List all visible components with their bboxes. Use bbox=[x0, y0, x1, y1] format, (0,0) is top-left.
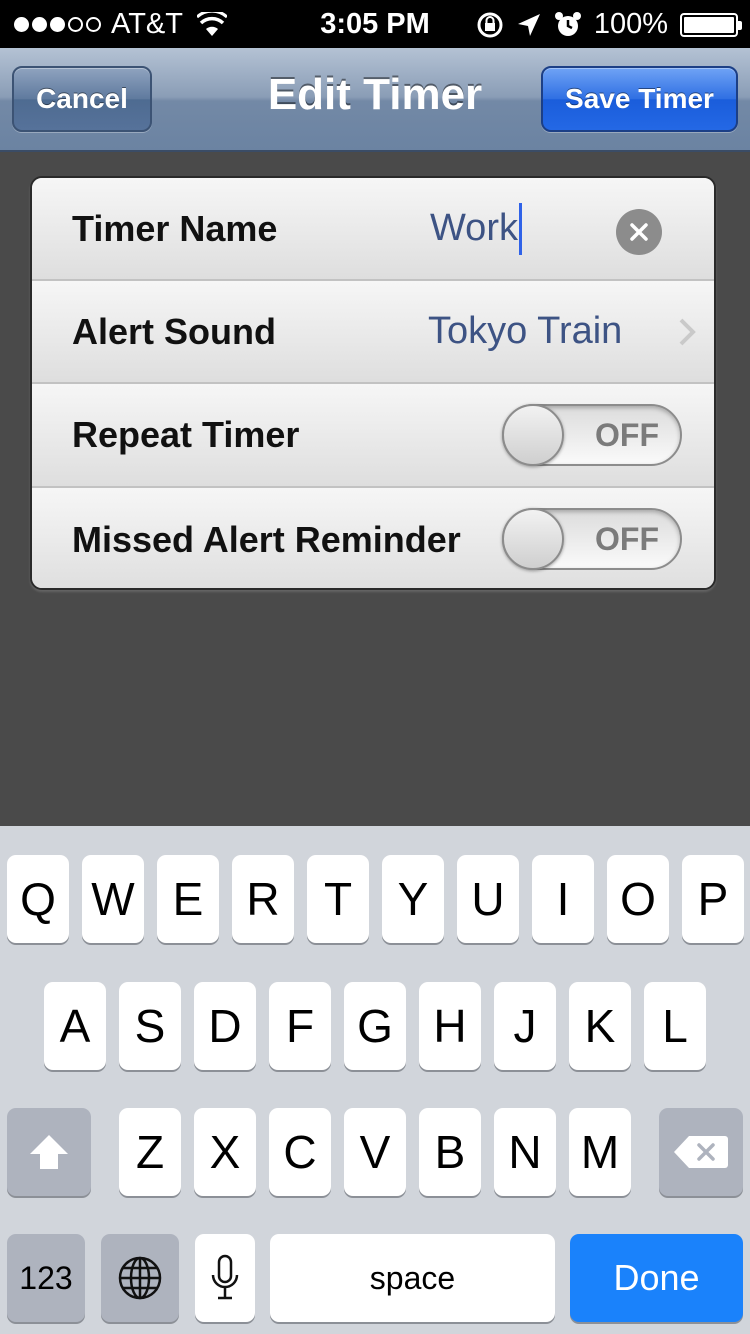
backspace-icon bbox=[674, 1136, 728, 1168]
key-t[interactable]: T bbox=[307, 855, 369, 943]
battery-percent: 100% bbox=[593, 8, 668, 40]
key-k[interactable]: K bbox=[569, 982, 631, 1070]
done-key[interactable]: Done bbox=[570, 1234, 743, 1322]
key-h[interactable]: H bbox=[419, 982, 481, 1070]
timer-name-label: Timer Name bbox=[72, 207, 278, 249]
navigation-bar: Cancel Edit Timer Save Timer bbox=[0, 48, 750, 152]
toggle-knob bbox=[502, 508, 564, 570]
status-right: 100% bbox=[476, 8, 742, 41]
key-l[interactable]: L bbox=[644, 982, 706, 1070]
alert-sound-row[interactable]: Alert Sound Tokyo Train bbox=[32, 281, 714, 384]
missed-alert-toggle[interactable]: OFF bbox=[502, 508, 682, 570]
rotation-lock-icon bbox=[477, 12, 503, 37]
shift-icon bbox=[30, 1135, 68, 1169]
key-s[interactable]: S bbox=[119, 982, 181, 1070]
keyboard: Q W E R T Y U I O P A S D F G H J K L Z … bbox=[0, 826, 750, 1334]
timer-settings-table: Timer Name Work Alert Sound Tokyo Train … bbox=[30, 176, 716, 590]
key-r[interactable]: R bbox=[232, 855, 294, 943]
key-x[interactable]: X bbox=[194, 1108, 256, 1196]
numbers-key[interactable]: 123 bbox=[7, 1234, 85, 1322]
timer-name-field[interactable]: Work bbox=[430, 178, 522, 279]
missed-alert-state: OFF bbox=[595, 520, 659, 557]
save-timer-button[interactable]: Save Timer bbox=[541, 66, 738, 132]
globe-key[interactable] bbox=[101, 1234, 179, 1322]
alert-sound-label: Alert Sound bbox=[72, 310, 276, 352]
toggle-knob bbox=[502, 404, 564, 466]
location-icon bbox=[517, 13, 540, 36]
key-e[interactable]: E bbox=[157, 855, 219, 943]
timer-name-value: Work bbox=[430, 207, 518, 249]
globe-icon bbox=[118, 1256, 162, 1300]
key-f[interactable]: F bbox=[269, 982, 331, 1070]
text-cursor bbox=[518, 202, 522, 255]
dictation-key[interactable] bbox=[195, 1234, 255, 1322]
repeat-timer-row: Repeat Timer OFF bbox=[32, 384, 714, 488]
key-u[interactable]: U bbox=[457, 855, 519, 943]
timer-name-row[interactable]: Timer Name Work bbox=[32, 178, 714, 281]
key-a[interactable]: A bbox=[44, 982, 106, 1070]
key-d[interactable]: D bbox=[194, 982, 256, 1070]
space-key[interactable]: space bbox=[270, 1234, 555, 1322]
key-b[interactable]: B bbox=[419, 1108, 481, 1196]
missed-alert-label: Missed Alert Reminder bbox=[72, 519, 461, 560]
key-n[interactable]: N bbox=[494, 1108, 556, 1196]
key-m[interactable]: M bbox=[569, 1108, 631, 1196]
key-z[interactable]: Z bbox=[119, 1108, 181, 1196]
delete-key[interactable] bbox=[659, 1108, 743, 1196]
key-o[interactable]: O bbox=[607, 855, 669, 943]
microphone-icon bbox=[211, 1254, 239, 1300]
alert-sound-value: Tokyo Train bbox=[428, 310, 623, 352]
key-j[interactable]: J bbox=[494, 982, 556, 1070]
clear-text-button[interactable] bbox=[616, 209, 662, 255]
repeat-timer-state: OFF bbox=[595, 416, 659, 453]
key-i[interactable]: I bbox=[532, 855, 594, 943]
battery-icon bbox=[680, 12, 742, 37]
key-p[interactable]: P bbox=[682, 855, 744, 943]
shift-key[interactable] bbox=[7, 1108, 91, 1196]
repeat-timer-toggle[interactable]: OFF bbox=[502, 404, 682, 466]
chevron-right-icon bbox=[679, 318, 696, 346]
key-w[interactable]: W bbox=[82, 855, 144, 943]
alarm-icon bbox=[554, 11, 581, 36]
repeat-timer-label: Repeat Timer bbox=[72, 414, 300, 455]
clear-icon bbox=[630, 223, 648, 241]
key-c[interactable]: C bbox=[269, 1108, 331, 1196]
key-v[interactable]: V bbox=[344, 1108, 406, 1196]
key-q[interactable]: Q bbox=[7, 855, 69, 943]
key-g[interactable]: G bbox=[344, 982, 406, 1070]
missed-alert-row: Missed Alert Reminder OFF bbox=[32, 488, 714, 588]
status-bar: AT&T 3:05 PM 100% bbox=[0, 0, 750, 48]
key-y[interactable]: Y bbox=[382, 855, 444, 943]
